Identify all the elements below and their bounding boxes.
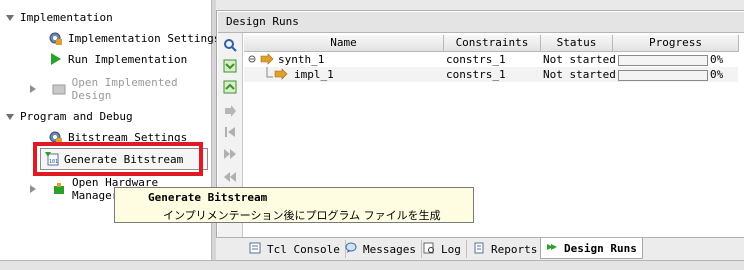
item-label: Run Implementation [68,52,188,66]
reports-icon [473,242,487,256]
hardware-manager-icon [52,182,66,196]
expand-all-icon[interactable] [222,79,238,95]
panel-title: Design Runs [226,15,299,28]
tab-label: Design Runs [564,241,637,255]
implementation-settings-item[interactable]: Implementation Settings [48,31,220,45]
open-implemented-design-item[interactable]: Open Implemented Design [30,76,211,102]
tab-label: Tcl Console [267,242,340,256]
tab-tcl-console[interactable]: Tcl Console [244,240,346,258]
item-label: Implementation Settings [68,31,221,45]
section-header-label: Program and Debug [20,110,133,123]
play-icon [48,52,62,66]
table-row[interactable]: synth_1 constrs_1 Not started 0% [244,52,738,67]
gear-icon [48,31,62,45]
tooltip: Generate Bitstream インプリメンテーション後にプログラム ファ… [114,187,474,223]
progress-bar [618,70,708,81]
row-expander-icon[interactable] [247,52,277,67]
section-implementation[interactable]: Implementation [6,11,113,24]
launch-run-icon[interactable] [222,103,238,119]
collapse-all-icon[interactable] [222,58,238,74]
first-icon[interactable] [222,124,238,140]
tab-label: Log [441,242,461,256]
design-runs-icon [546,241,560,255]
column-header-constraints[interactable]: Constraints [444,35,541,52]
red-highlight-box [33,142,203,176]
tab-log[interactable]: Log [418,240,467,258]
collapse-triangle-icon[interactable] [6,113,14,120]
console-icon [249,242,263,256]
column-header-progress[interactable]: Progress [613,35,739,52]
tree-connector-icon [254,67,294,82]
search-icon[interactable] [222,37,238,53]
expand-triangle-icon[interactable] [30,185,36,193]
tab-messages[interactable]: Messages [340,240,422,258]
table-row[interactable]: impl_1 constrs_1 Not started 0% [244,67,738,82]
run-constraints: constrs_1 [446,68,506,81]
tab-design-runs[interactable]: Design Runs [540,238,643,259]
tab-label: Messages [363,242,416,256]
top-strip [216,0,744,11]
run-constraints: constrs_1 [446,53,506,66]
run-status: Not started [543,68,616,81]
column-header-status[interactable]: Status [541,35,613,52]
log-icon [423,242,437,256]
back-icon[interactable] [222,169,238,185]
run-status: Not started [543,53,616,66]
progress-percent: 0% [710,68,724,81]
progress-bar [618,55,708,66]
run-name: impl_1 [294,68,334,81]
section-header-label: Implementation [20,11,113,24]
forward-icon[interactable] [222,146,238,162]
open-design-icon [52,82,66,96]
panel-header: Design Runs [218,12,744,33]
item-label: Open Implemented Design [71,76,178,102]
expand-triangle-icon[interactable] [30,85,36,93]
tab-reports[interactable]: Reports [468,240,544,258]
messages-icon [345,242,359,256]
run-name: synth_1 [278,53,325,66]
progress-percent: 0% [710,53,724,66]
column-header-name[interactable]: Name [244,35,444,52]
section-program-debug[interactable]: Program and Debug [6,110,133,123]
run-implementation-item[interactable]: Run Implementation [48,52,187,66]
collapse-triangle-icon[interactable] [6,14,14,21]
tooltip-title: Generate Bitstream [148,191,268,204]
tooltip-description: インプリメンテーション後にプログラム ファイルを生成 [163,209,441,222]
tab-label: Reports [491,242,538,256]
bottom-tab-strip: Tcl Console Messages Log Reports Design … [216,237,744,260]
